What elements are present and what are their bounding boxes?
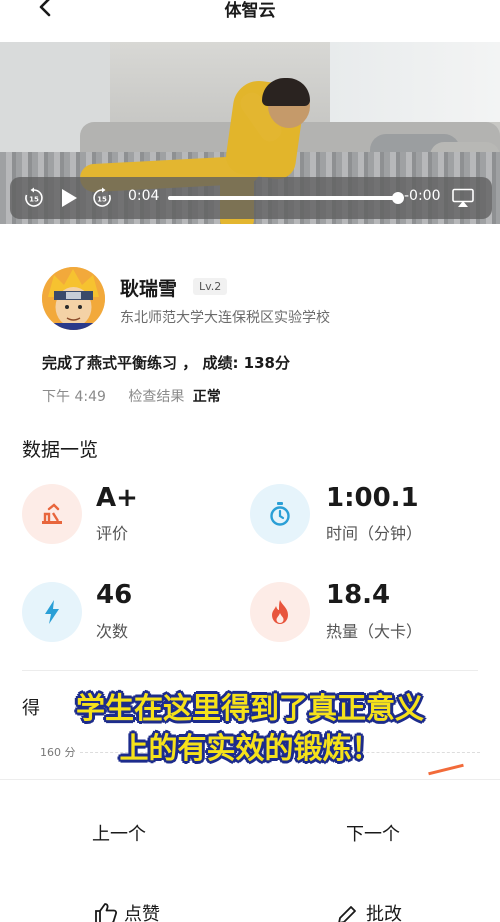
video-scrubber-handle[interactable]	[391, 192, 404, 204]
video-progress-fill	[168, 196, 398, 200]
video-frame-person	[262, 78, 310, 106]
pencil-icon	[338, 906, 356, 922]
skip-forward-label: 15	[97, 196, 107, 204]
lightning-icon	[45, 600, 59, 624]
user-name: 耿瑞雪	[120, 278, 178, 300]
stat-label-count: 次数	[96, 622, 129, 641]
review-label: 批改	[366, 904, 402, 922]
stat-icon-rating	[22, 484, 82, 544]
overview-title: 数据一览	[22, 439, 99, 461]
stat-icon-time	[250, 484, 310, 544]
flame-icon	[272, 600, 288, 624]
caption-line-2: 上的有实效的锻炼！	[119, 731, 381, 765]
bottom-panel: 上一个 下一个 点赞 批改	[0, 779, 500, 922]
stat-label-calories: 热量（大卡）	[326, 622, 423, 641]
video-player[interactable]: 15 15 0:04 -0:00	[0, 42, 500, 224]
thumbs-up-icon	[95, 903, 118, 922]
score-chart-title: 得	[22, 698, 40, 719]
stat-icon-count	[22, 582, 82, 642]
check-result-label: 检查结果	[128, 389, 185, 405]
previous-button[interactable]: 上一个	[92, 820, 146, 846]
app-header: 体智云	[0, 0, 500, 42]
stat-icon-calories	[250, 582, 310, 642]
caption-overlay: 学生在这里得到了真正意义 上的有实效的锻炼！	[40, 688, 460, 768]
video-frame-window	[330, 42, 500, 122]
stopwatch-icon	[270, 502, 290, 526]
video-controls: 15 15 0:04 -0:00	[10, 177, 492, 219]
stat-value-rating: A+	[96, 483, 138, 513]
airplay-button[interactable]	[450, 187, 476, 209]
avatar[interactable]	[42, 267, 105, 330]
avatar-image	[42, 267, 105, 330]
like-label: 点赞	[124, 904, 160, 922]
check-result-status: 正常	[192, 389, 221, 405]
skip-back-button[interactable]: 15	[22, 186, 46, 210]
school-name: 东北师范大学大连保税区实验学校	[120, 310, 330, 326]
skip-back-label: 15	[29, 196, 39, 204]
skip-forward-15-icon: 15	[93, 187, 111, 207]
skip-back-15-icon: 15	[25, 187, 43, 207]
caption-line-1: 学生在这里得到了真正意义	[75, 691, 424, 725]
level-badge: Lv.2	[193, 278, 228, 295]
rating-icon	[42, 503, 62, 524]
current-time: 0:04	[128, 188, 160, 204]
review-button[interactable]: 批改	[336, 900, 402, 922]
section-divider	[22, 670, 478, 671]
play-button[interactable]	[58, 187, 80, 209]
next-button[interactable]: 下一个	[346, 820, 400, 846]
stat-label-time: 时间（分钟）	[326, 524, 423, 543]
skip-forward-button[interactable]: 15	[90, 186, 114, 210]
like-button[interactable]: 点赞	[94, 900, 160, 922]
activity-meta: 下午 4:49 检查结果 正常	[42, 386, 221, 406]
remaining-time: -0:00	[404, 188, 441, 204]
stat-value-time: 1:00.1	[326, 483, 419, 513]
video-progress-bar[interactable]	[168, 192, 404, 204]
stat-value-count: 46	[96, 580, 133, 610]
page-title: 体智云	[224, 1, 276, 21]
stat-label-rating: 评价	[96, 524, 129, 543]
airplay-icon	[452, 188, 474, 207]
stat-value-calories: 18.4	[326, 580, 391, 610]
activity-result: 完成了燕式平衡练习 ， 成绩: 138分	[42, 354, 290, 372]
play-icon	[62, 189, 77, 207]
activity-time: 下午 4:49	[42, 389, 106, 405]
